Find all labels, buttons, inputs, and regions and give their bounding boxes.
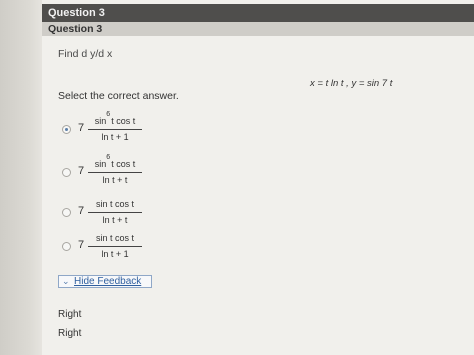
feedback-result-1: Right: [58, 309, 82, 320]
answer-option-2[interactable]: 7 sin 6 t cos t ln t + t: [62, 154, 182, 188]
hide-feedback-label: Hide Feedback: [74, 276, 142, 287]
feedback-result-2: Right: [58, 328, 82, 339]
numerator-rest: t cos t: [111, 159, 136, 169]
option-numerator: sin t cos t: [95, 233, 134, 243]
option-denominator: ln t + 1: [101, 249, 129, 259]
option-fraction: sin t cos t ln t + t: [88, 198, 142, 226]
question-header: Question 3: [42, 4, 474, 22]
fraction-bar: [88, 129, 142, 130]
answer-option-3[interactable]: 7 sin t cos t ln t + t: [62, 198, 182, 228]
radio-button[interactable]: [62, 242, 71, 251]
fraction-bar: [88, 246, 142, 247]
option-fraction: sin 6 t cos t ln t + 1: [88, 111, 142, 143]
option-fraction: sin t cos t ln t + 1: [88, 232, 142, 260]
option-numerator: sin 6 t cos t: [88, 111, 142, 128]
hide-feedback-button[interactable]: ⌄ Hide Feedback: [58, 275, 152, 288]
screen-left-edge: [0, 0, 42, 355]
question-subheader: Question 3: [42, 22, 474, 36]
radio-button[interactable]: [62, 208, 71, 217]
option-denominator: ln t + 1: [101, 132, 129, 142]
option-numerator: sin 6 t cos t: [88, 154, 142, 171]
fraction-bar: [88, 212, 142, 213]
answer-option-4[interactable]: 7 sin t cos t ln t + 1: [62, 232, 182, 262]
answer-instruction: Select the correct answer.: [58, 90, 179, 102]
fraction-bar: [88, 172, 142, 173]
option-denominator: ln t + t: [102, 215, 128, 225]
option-coefficient: 7: [78, 122, 85, 134]
option-fraction: sin 6 t cos t ln t + t: [88, 154, 142, 186]
question-prompt: Find d y/d x: [58, 48, 113, 60]
option-coefficient: 7: [78, 165, 85, 177]
radio-button-selected[interactable]: [62, 125, 71, 134]
option-numerator: sin t cos t: [95, 199, 134, 209]
option-denominator: ln t + t: [102, 175, 128, 185]
numerator-rest: t cos t: [111, 116, 136, 126]
answer-option-1[interactable]: 7 sin 6 t cos t ln t + 1: [62, 111, 182, 145]
option-coefficient: 7: [78, 239, 85, 251]
chevron-down-icon: ⌄: [62, 276, 70, 286]
numerator-exponent: 6: [106, 111, 111, 118]
numerator-exponent: 6: [106, 154, 111, 161]
numerator-func: sin: [94, 116, 107, 126]
given-equations: x = t ln t , y = sin 7 t: [310, 78, 393, 89]
numerator-func: sin: [94, 159, 107, 169]
radio-button[interactable]: [62, 168, 71, 177]
option-coefficient: 7: [78, 205, 85, 217]
